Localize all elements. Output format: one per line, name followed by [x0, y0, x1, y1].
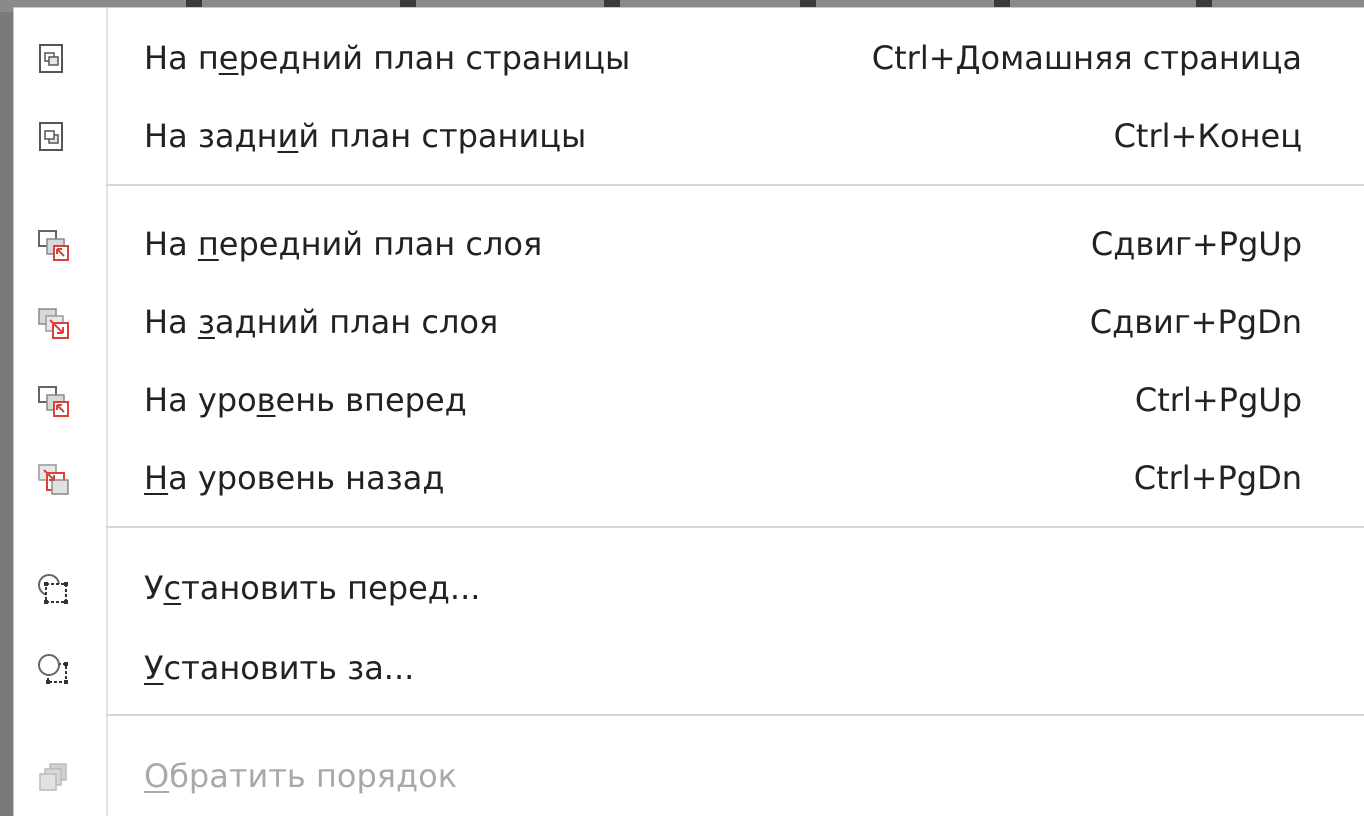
menu-item-label: На задний план слоя: [144, 303, 499, 341]
menu-separator: [106, 526, 1364, 528]
menu-item-shortcut: Сдвиг+PgDn: [1089, 303, 1302, 341]
reverse-order-icon: [36, 760, 70, 794]
menu-item-forward-one[interactable]: На уровень вперед Ctrl+PgUp: [14, 368, 1364, 432]
menu-item-shortcut: Ctrl+Конец: [1113, 117, 1302, 155]
menu-item-shortcut: Сдвиг+PgUp: [1090, 225, 1302, 263]
place-behind-icon: [36, 652, 70, 686]
menu-item-shortcut: Ctrl+Домашняя страница: [871, 39, 1302, 77]
menu-item-layer-back[interactable]: На задний план слоя Сдвиг+PgDn: [14, 290, 1364, 354]
menu-item-layer-front[interactable]: На передний план слоя Сдвиг+PgUp: [14, 212, 1364, 276]
menu-item-place-behind[interactable]: Установить за...: [14, 636, 1364, 700]
menu-item-shortcut: Ctrl+PgDn: [1133, 459, 1302, 497]
place-in-front-icon: [36, 572, 70, 606]
menu-item-reverse-order: Обратить порядок: [14, 744, 1364, 808]
menu-item-page-front[interactable]: На передний план страницы Ctrl+Домашняя …: [14, 26, 1364, 90]
page-back-icon: [36, 120, 70, 154]
arrange-order-context-menu: На передний план страницы Ctrl+Домашняя …: [14, 8, 1364, 816]
menu-item-label: Установить за...: [144, 649, 415, 687]
page-front-icon: [36, 42, 70, 76]
menu-separator: [106, 714, 1364, 716]
menu-item-back-one[interactable]: На уровень назад Ctrl+PgDn: [14, 446, 1364, 510]
menu-item-label: На уровень назад: [144, 459, 445, 497]
menu-item-label: Обратить порядок: [144, 757, 458, 795]
back-one-icon: [36, 462, 70, 496]
menu-item-label: На передний план страницы: [144, 39, 631, 77]
menu-item-place-in-front[interactable]: Установить перед...: [14, 556, 1364, 620]
menu-separator: [106, 184, 1364, 186]
menu-item-label: На задний план страницы: [144, 117, 587, 155]
layer-front-icon: [36, 228, 70, 262]
forward-one-icon: [36, 384, 70, 418]
menu-item-shortcut: Ctrl+PgUp: [1134, 381, 1302, 419]
layer-back-icon: [36, 306, 70, 340]
menu-item-page-back[interactable]: На задний план страницы Ctrl+Конец: [14, 104, 1364, 168]
menu-item-label: На уровень вперед: [144, 381, 467, 419]
menu-item-label: На передний план слоя: [144, 225, 543, 263]
menu-item-label: Установить перед...: [144, 569, 481, 607]
